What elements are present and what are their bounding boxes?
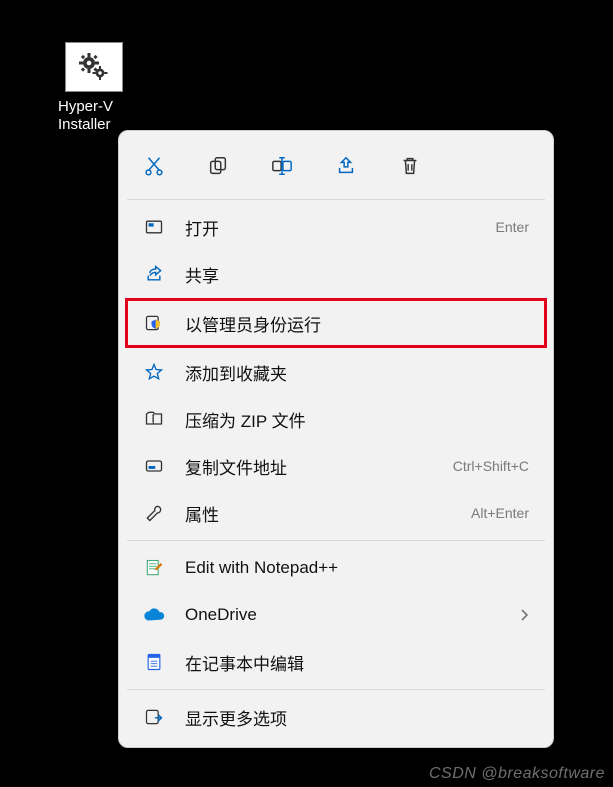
rename-icon (270, 155, 294, 177)
menu-item-open[interactable]: 打开 Enter (125, 204, 547, 250)
menu-item-copy-path[interactable]: 复制文件地址 Ctrl+Shift+C (125, 443, 547, 489)
menu-item-add-favorite[interactable]: 添加到收藏夹 (125, 349, 547, 395)
menu-item-share[interactable]: 共享 (125, 251, 547, 297)
menu-item-label: 添加到收藏夹 (185, 360, 529, 385)
menu-item-label: Edit with Notepad++ (185, 558, 529, 578)
menu-item-label: 显示更多选项 (185, 705, 529, 730)
chevron-right-icon (519, 609, 529, 621)
menu-item-shortcut: Ctrl+Shift+C (453, 458, 529, 474)
copy-button[interactable] (195, 145, 241, 187)
star-icon (143, 361, 165, 383)
cut-button[interactable] (131, 145, 177, 187)
file-icon-tile (65, 42, 123, 92)
notepadpp-icon (143, 557, 165, 579)
divider (127, 689, 545, 690)
rename-button[interactable] (259, 145, 305, 187)
menu-item-label: 复制文件地址 (185, 454, 453, 479)
menu-item-label: OneDrive (185, 605, 519, 625)
copy-icon (207, 155, 229, 177)
share-button[interactable] (323, 145, 369, 187)
menu-item-label: 打开 (185, 215, 496, 240)
open-icon (143, 216, 165, 238)
gears-icon (79, 53, 109, 81)
desktop-icon-label: Hyper-V Installer (58, 98, 138, 134)
delete-icon (399, 155, 421, 177)
menu-item-onedrive[interactable]: OneDrive (125, 592, 547, 638)
menu-item-label: 压缩为 ZIP 文件 (185, 407, 529, 432)
divider (127, 199, 545, 200)
menu-item-label: 以管理员身份运行 (185, 311, 529, 336)
divider (127, 540, 545, 541)
cut-icon (143, 155, 165, 177)
menu-item-show-more[interactable]: 显示更多选项 (125, 694, 547, 740)
more-options-icon (143, 706, 165, 728)
share-icon (335, 155, 357, 177)
notepad-icon (143, 651, 165, 673)
menu-item-properties[interactable]: 属性 Alt+Enter (125, 490, 547, 536)
menu-item-shortcut: Enter (496, 219, 529, 235)
desktop-icon-hyperv-installer[interactable]: Hyper-V Installer (50, 42, 138, 134)
menu-item-compress-zip[interactable]: 压缩为 ZIP 文件 (125, 396, 547, 442)
menu-item-edit-notepadpp[interactable]: Edit with Notepad++ (125, 545, 547, 591)
menu-item-shortcut: Alt+Enter (471, 505, 529, 521)
wrench-icon (143, 502, 165, 524)
menu-item-label: 属性 (185, 501, 471, 526)
watermark: CSDN @breaksoftware (429, 765, 605, 783)
copy-path-icon (143, 455, 165, 477)
delete-button[interactable] (387, 145, 433, 187)
shield-icon (143, 312, 165, 334)
share-arrow-icon (143, 263, 165, 285)
context-menu: 打开 Enter 共享 以管理员身份运行 添加到收藏夹 压缩为 ZIP 文件 复… (118, 130, 554, 748)
menu-item-edit-notepad[interactable]: 在记事本中编辑 (125, 639, 547, 685)
menu-item-run-as-admin[interactable]: 以管理员身份运行 (125, 298, 547, 348)
menu-item-label: 共享 (185, 262, 529, 287)
onedrive-icon (143, 604, 165, 626)
menu-item-label: 在记事本中编辑 (185, 650, 529, 675)
context-menu-toolbar (119, 137, 553, 195)
folder-zip-icon (143, 408, 165, 430)
